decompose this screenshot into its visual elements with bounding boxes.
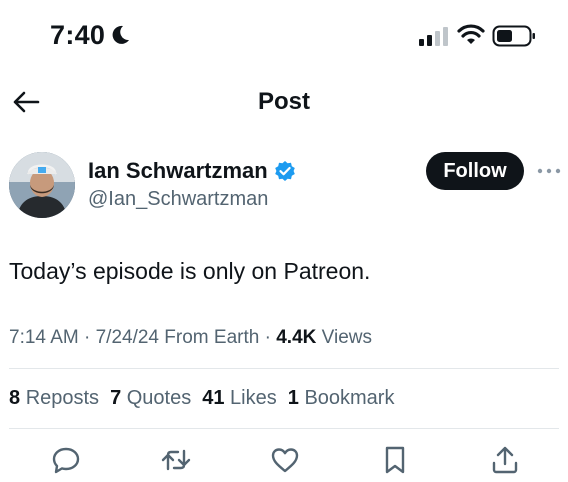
author-name[interactable]: Ian Schwartzman	[88, 158, 268, 184]
follow-button[interactable]: Follow	[426, 152, 524, 190]
like-button[interactable]	[269, 444, 301, 476]
stat-bookmarks[interactable]: 1 Bookmark	[288, 387, 395, 410]
meta-separator: ·	[259, 327, 277, 348]
stat-count: 1	[287, 387, 299, 409]
share-icon	[492, 446, 518, 474]
reply-icon	[52, 447, 80, 474]
post-time[interactable]: 7:14 AM	[9, 327, 79, 348]
stat-reposts[interactable]: 8 Reposts	[9, 387, 99, 410]
status-bar: 7:40	[0, 0, 568, 70]
stat-label: Quotes	[126, 387, 192, 409]
meta-separator: ·	[78, 327, 96, 348]
stat-quotes[interactable]: 7 Quotes	[110, 387, 191, 410]
share-button[interactable]	[489, 444, 521, 476]
post-author: Ian Schwartzman @Ian_Schwartzman Follow	[0, 148, 568, 222]
page-title: Post	[257, 88, 310, 115]
post-meta: 7:14 AM · 7/24/24 From Earth · 4.4K View…	[9, 327, 372, 349]
repost-button[interactable]	[160, 444, 192, 476]
stat-count: 8	[9, 387, 21, 409]
verified-badge-icon	[274, 161, 295, 181]
stat-label: Likes	[230, 387, 277, 409]
author-name-row: Ian Schwartzman	[88, 158, 296, 184]
avatar[interactable]	[9, 152, 75, 218]
status-time: 7:40	[50, 20, 106, 50]
signal-icon	[419, 27, 448, 46]
stat-count: 7	[110, 387, 122, 409]
divider	[9, 428, 559, 429]
divider	[9, 368, 559, 369]
nav-bar: Post	[0, 78, 568, 124]
post-text: Today’s episode is only on Patreon.	[9, 258, 371, 284]
stat-likes[interactable]: 41 Likes	[202, 387, 277, 410]
bookmark-button[interactable]	[379, 444, 411, 476]
wifi-icon	[457, 24, 485, 44]
views-count[interactable]: 4.4K	[276, 327, 316, 348]
reply-button[interactable]	[50, 444, 82, 476]
more-options-icon[interactable]	[536, 158, 562, 184]
bookmark-icon	[385, 446, 405, 474]
post-source: From Earth	[159, 327, 260, 348]
battery-icon	[492, 25, 535, 47]
stat-count: 41	[202, 387, 225, 409]
moon-icon	[112, 25, 129, 44]
repost-icon	[161, 449, 191, 471]
stat-label: Bookmark	[304, 387, 395, 409]
engagement-stats: 8 Reposts 7 Quotes 41 Likes 1 Bookmark	[9, 387, 394, 410]
like-icon	[271, 448, 299, 473]
post-date[interactable]: 7/24/24	[96, 327, 159, 348]
views-label[interactable]: Views	[316, 327, 372, 348]
action-bar	[0, 440, 568, 482]
author-handle[interactable]: @Ian_Schwartzman	[88, 188, 268, 211]
stat-label: Reposts	[25, 387, 100, 409]
